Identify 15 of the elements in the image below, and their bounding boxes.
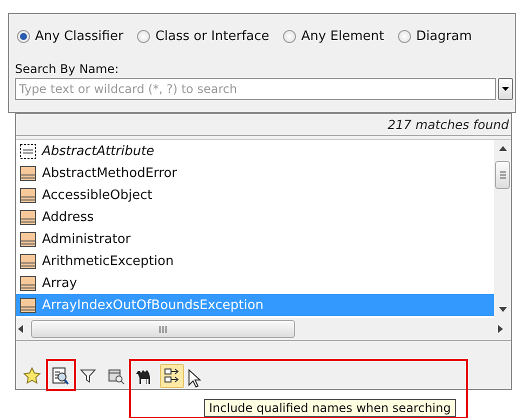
search-label: Search By Name: xyxy=(15,62,120,76)
result-item[interactable]: Administrator xyxy=(16,228,494,250)
result-item[interactable]: ArithmeticException xyxy=(16,250,494,272)
result-item[interactable]: AbstractAttribute xyxy=(16,140,494,162)
filter-radio[interactable]: Any Classifier xyxy=(17,28,124,44)
result-item[interactable]: Address xyxy=(16,206,494,228)
result-item[interactable]: AccessibleObject xyxy=(16,184,494,206)
search-field[interactable]: Type text or wildcard (*, ?) to search xyxy=(15,78,496,100)
result-item[interactable]: AbstractMethodError xyxy=(16,162,494,184)
filter-radio[interactable]: Class or Interface xyxy=(137,28,270,44)
filter-radio[interactable]: Diagram xyxy=(398,28,472,44)
result-item[interactable]: Array xyxy=(16,272,494,294)
tooltip: Include qualified names when searching xyxy=(204,399,456,417)
match-count: 217 matches found xyxy=(388,117,509,132)
filter-radio[interactable]: Any Element xyxy=(283,28,384,44)
